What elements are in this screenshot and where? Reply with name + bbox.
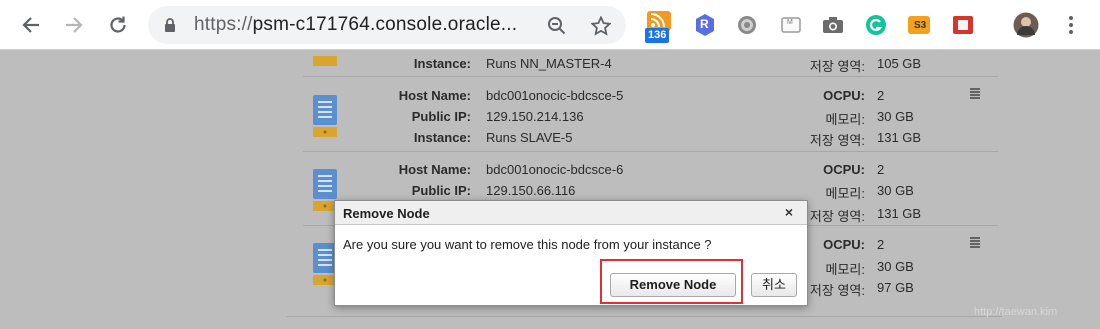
instance-value: Runs SLAVE-5 [486, 130, 573, 145]
reload-button[interactable] [103, 10, 133, 40]
host-name-label: Host Name: [398, 88, 471, 103]
storage-value: 97 GB [877, 280, 914, 295]
server-icon [313, 53, 337, 66]
avocode-extension-label: M [787, 19, 793, 26]
office-extension-icon[interactable] [950, 12, 976, 38]
dialog-header: Remove Node × [335, 201, 807, 225]
address-bar[interactable]: https://psm-c171764.console.oracle... [148, 6, 626, 44]
ocpu-label: OCPU: [823, 88, 865, 103]
storage-value: 131 GB [877, 206, 922, 221]
camera-icon[interactable] [820, 12, 846, 38]
server-icon [313, 95, 337, 139]
reload-icon [110, 16, 126, 33]
zoom-icon[interactable] [546, 15, 568, 37]
memory-value: 30 GB [877, 259, 914, 274]
arrow-right-icon [66, 17, 83, 33]
r-extension-icon[interactable]: R [692, 12, 718, 38]
host-name-value: bdc001onocic-bdcsce-6 [486, 162, 624, 177]
divider [303, 76, 998, 77]
public-ip-label: Public IP: [411, 109, 471, 124]
settings-gear-icon[interactable] [734, 12, 760, 38]
storage-label: 저장 영역: [809, 59, 865, 74]
instance-label: Instance: [413, 130, 471, 145]
remove-node-dialog: Remove Node × Are you sure you want to r… [334, 200, 808, 306]
rss-count-badge: 136 [645, 28, 670, 43]
public-ip-value: 129.150.214.136 [486, 109, 584, 124]
dialog-title: Remove Node [343, 206, 430, 221]
public-ip-value: 129.150.66.116 [486, 183, 576, 198]
lock-icon [164, 17, 176, 38]
ocpu-label: OCPU: [823, 162, 865, 177]
avocode-extension-icon[interactable]: M [778, 12, 804, 38]
back-button[interactable] [16, 10, 46, 40]
divider [303, 151, 998, 152]
browser-toolbar: https://psm-c171764.console.oracle... 13… [0, 0, 1100, 50]
node-menu-icon[interactable] [968, 87, 982, 101]
ocpu-value: 2 [877, 237, 885, 252]
url-scheme: https:// [194, 14, 253, 35]
browser-menu-icon[interactable] [1058, 12, 1084, 38]
instance-value: Runs NN_MASTER-4 [486, 56, 612, 71]
dialog-message: Are you sure you want to remove this nod… [343, 237, 712, 252]
remove-node-button[interactable]: Remove Node [610, 273, 736, 297]
memory-value: 30 GB [877, 183, 914, 198]
url-host: psm-c171764.console.oracle... [252, 14, 518, 35]
url-text: https://psm-c171764.console.oracle... [194, 14, 517, 36]
node-menu-icon[interactable] [968, 236, 982, 250]
storage-label: 저장 영역: [809, 133, 865, 148]
grammarly-icon[interactable] [863, 12, 889, 38]
divider [286, 316, 1002, 317]
storage-value: 105 GB [877, 56, 922, 71]
bookmark-star-icon[interactable] [590, 15, 612, 37]
ocpu-value: 2 [877, 162, 885, 177]
storage-value: 131 GB [877, 130, 922, 145]
forward-button[interactable] [59, 10, 89, 40]
host-name-label: Host Name: [398, 162, 471, 177]
watermark: http://taewan.kim [974, 306, 1058, 318]
instance-label: Instance: [413, 56, 471, 71]
host-name-value: bdc001onocic-bdcsce-5 [486, 88, 624, 103]
profile-avatar[interactable] [1013, 12, 1039, 38]
ocpu-value: 2 [877, 88, 885, 103]
arrow-left-icon [22, 17, 39, 33]
r-extension-label: R [700, 17, 709, 31]
memory-value: 30 GB [877, 109, 914, 124]
public-ip-label: Public IP: [411, 183, 471, 198]
close-icon[interactable]: × [781, 204, 797, 220]
cancel-button[interactable]: 취소 [751, 273, 797, 297]
s3-extension-label: S3 [914, 20, 927, 31]
s3-extension-icon[interactable]: S3 [906, 12, 932, 38]
memory-label: 메모리: [825, 112, 866, 127]
